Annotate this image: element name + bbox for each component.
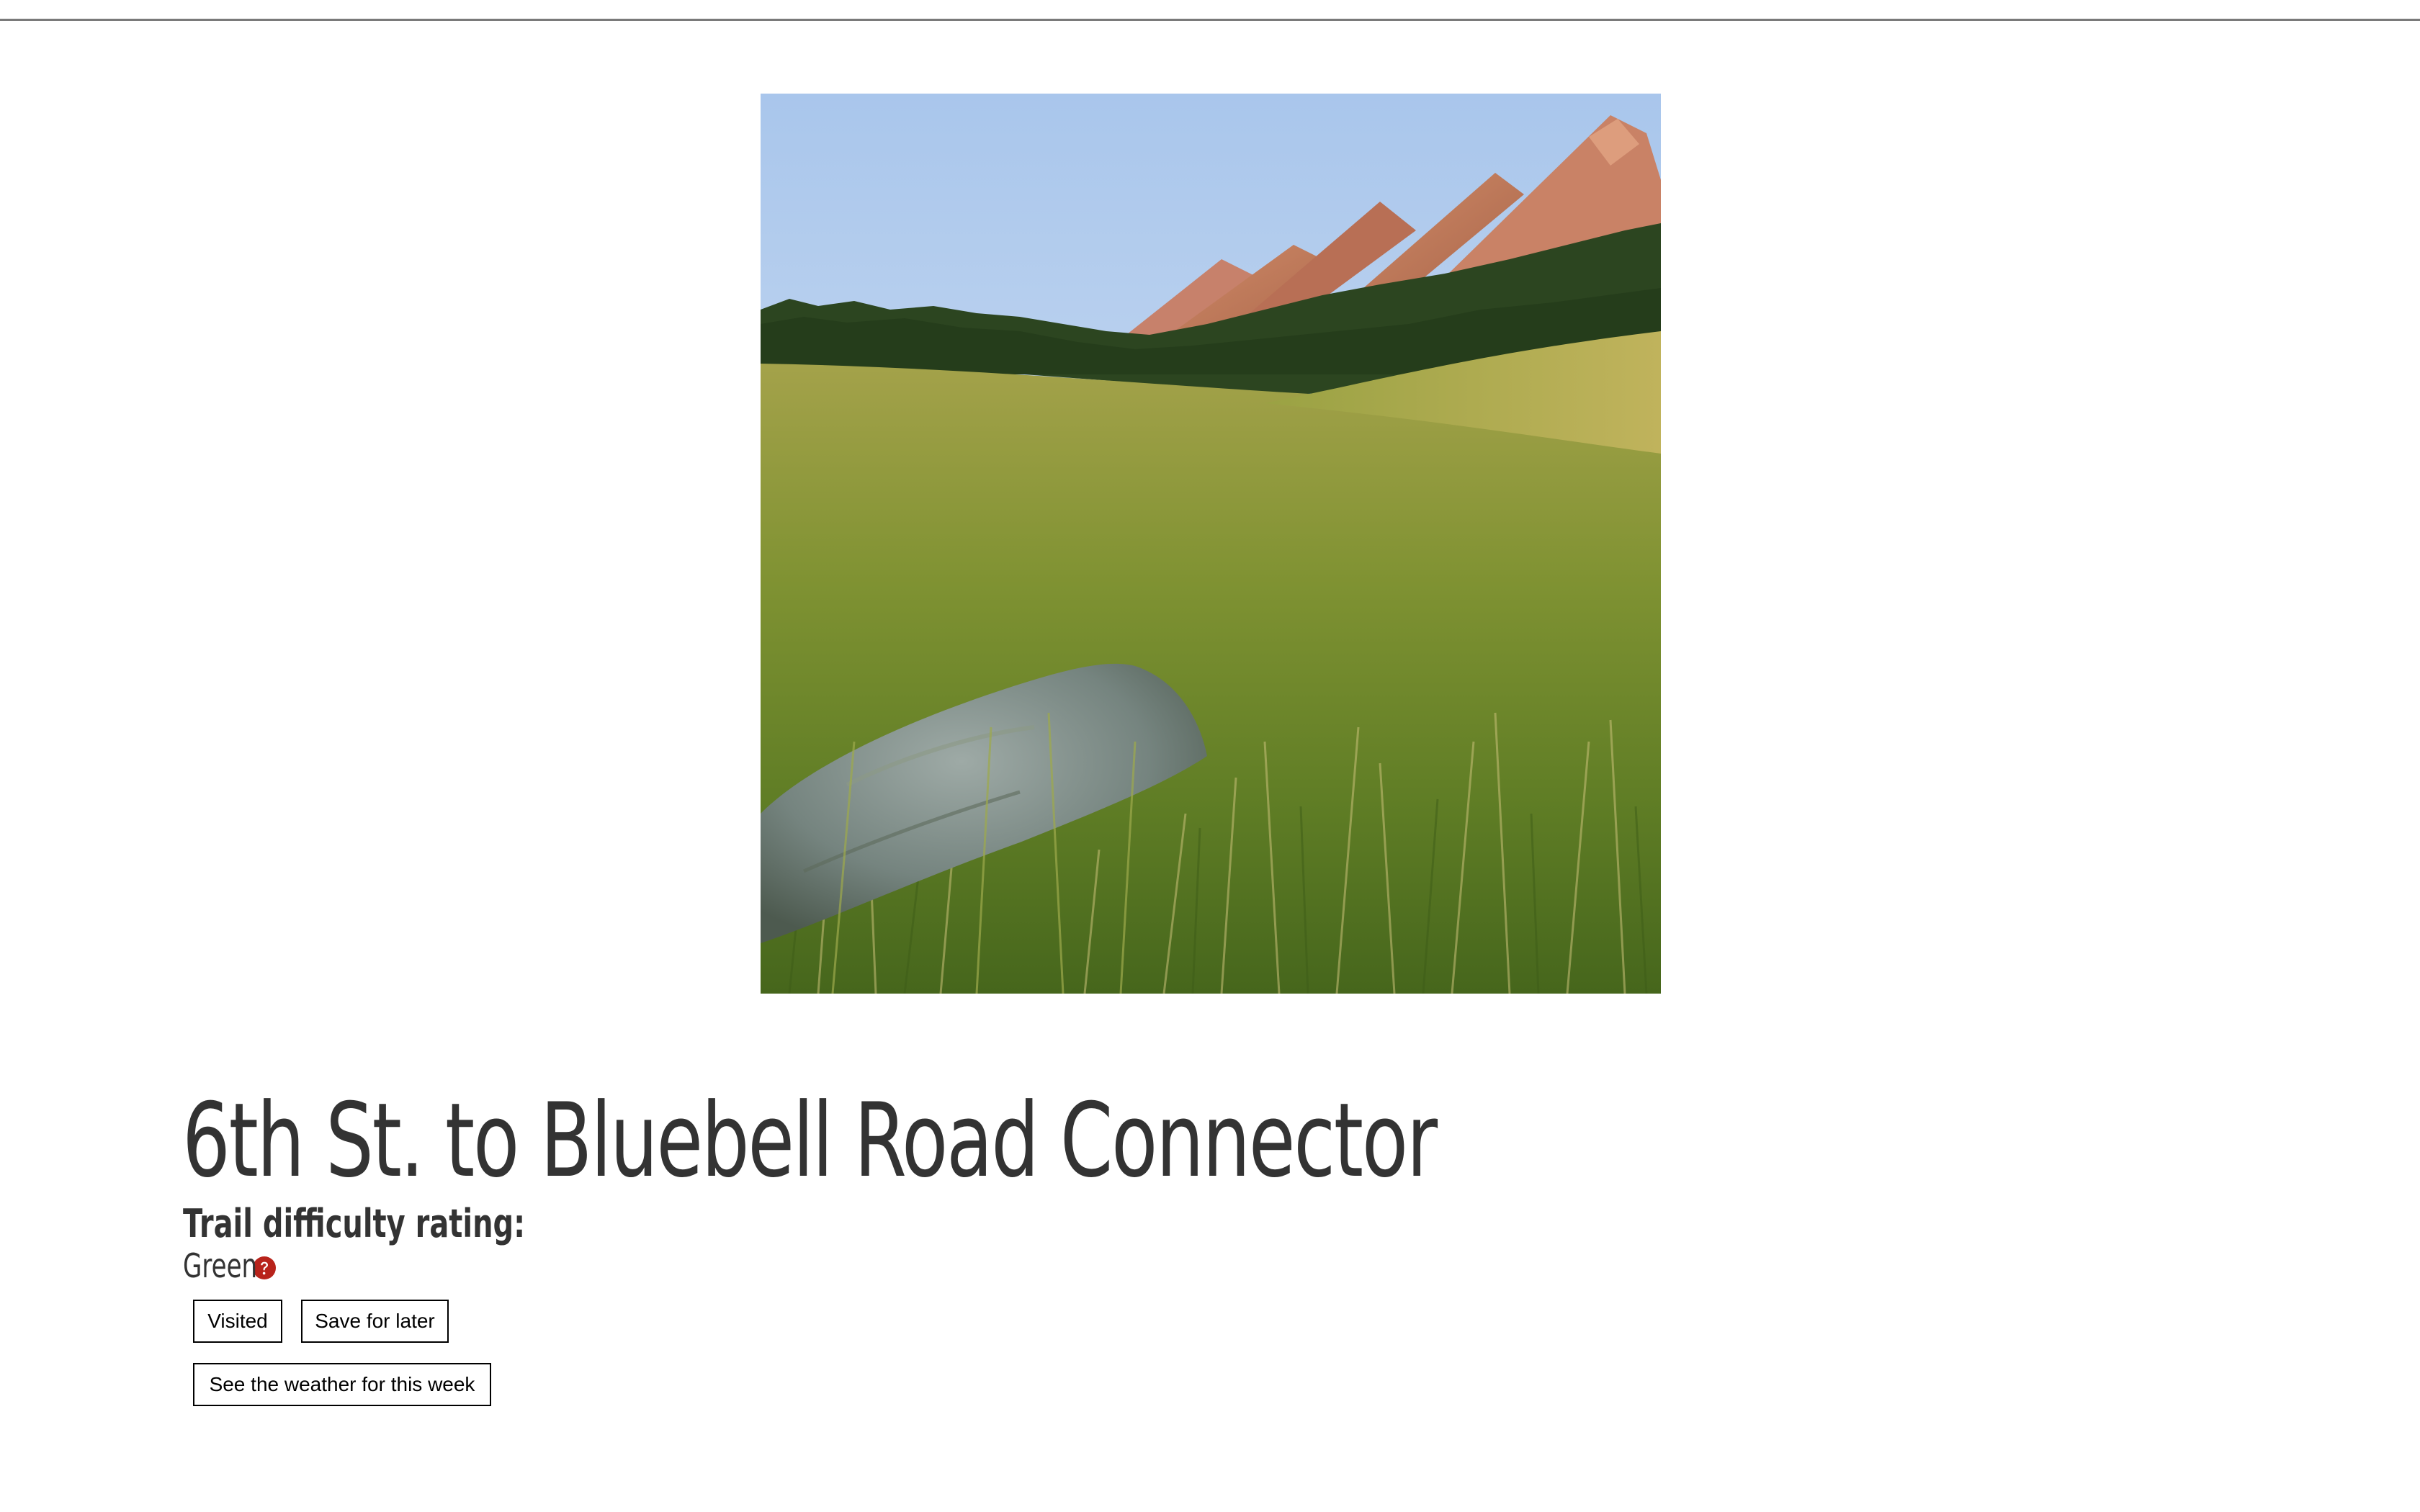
trail-title: 6th St. to Bluebell Road Connector [182,1081,1438,1200]
trail-photo [761,94,1661,994]
top-divider [0,19,2420,21]
visited-button[interactable]: Visited [193,1300,282,1343]
difficulty-rating: Green [183,1244,277,1287]
difficulty-heading: Trail difficulty rating: [183,1201,526,1246]
weather-button[interactable]: See the weather for this week [193,1363,491,1406]
save-for-later-button[interactable]: Save for later [301,1300,449,1343]
difficulty-value: Green [183,1246,258,1285]
